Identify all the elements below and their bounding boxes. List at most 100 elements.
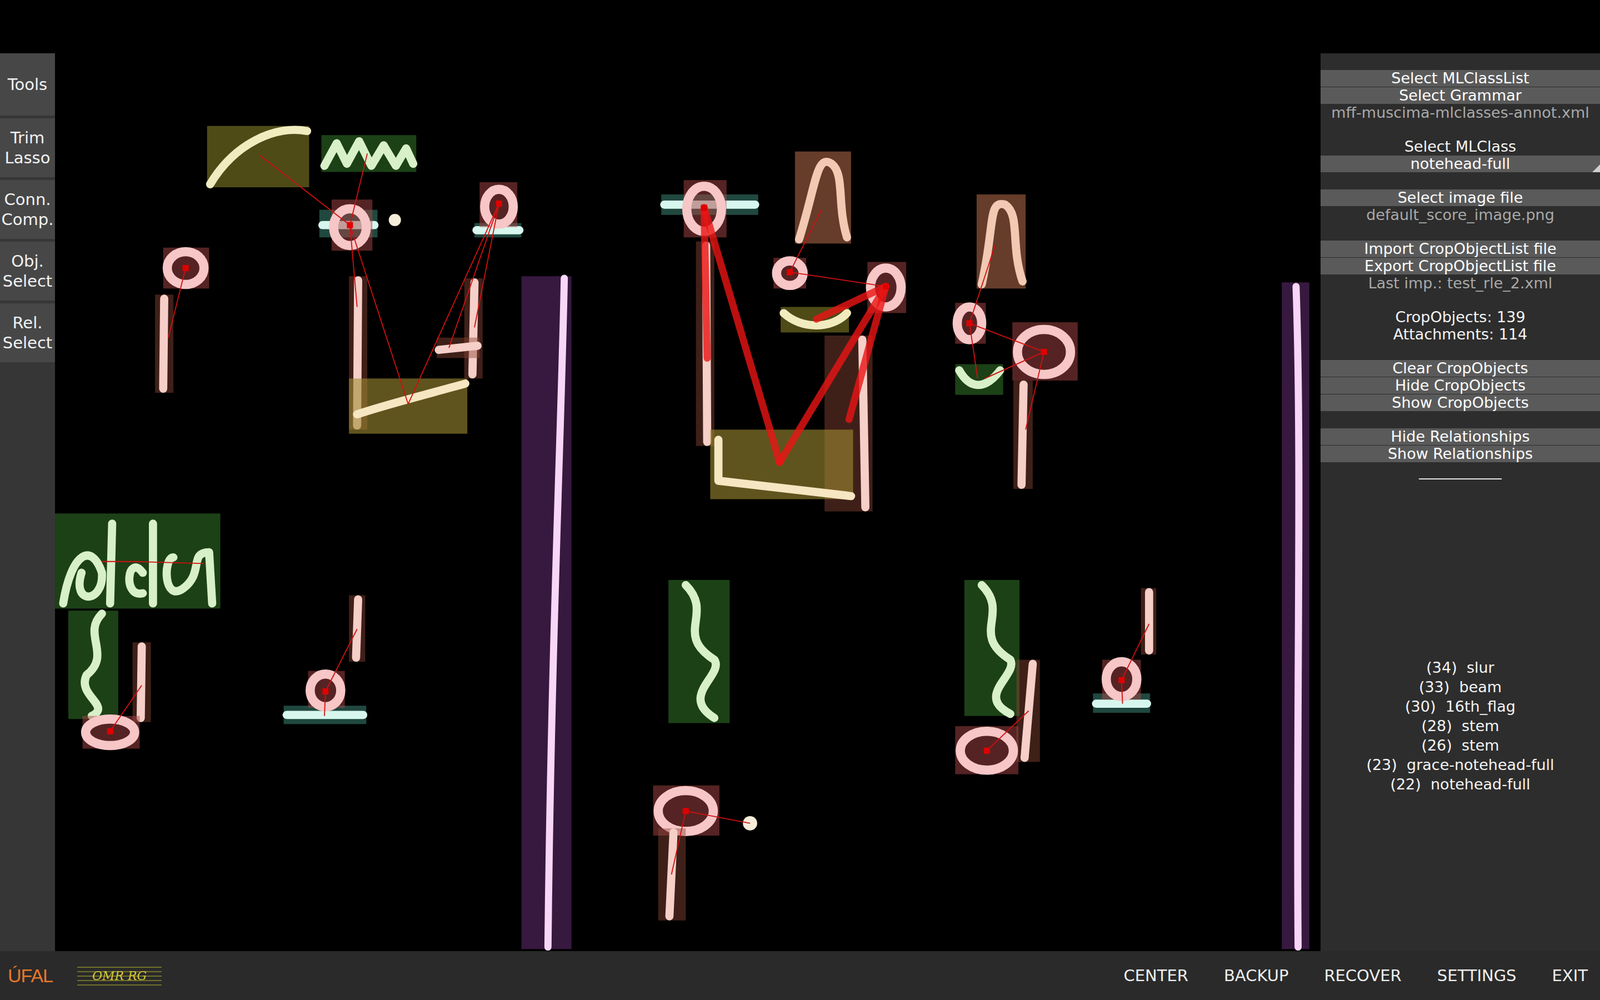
tool-sidebar: ToolsTrim LassoConn. Comp.Obj. SelectRel… (0, 53, 55, 952)
tool-button[interactable]: Obj. Select (0, 241, 55, 301)
panel-group: Select MLClassnotehead-full (1320, 138, 1600, 173)
selection-item[interactable]: (30) 16th_flag (1405, 696, 1516, 717)
relationship-line[interactable] (1121, 623, 1150, 680)
crop-object[interactable] (976, 194, 1026, 289)
selection-item[interactable]: (34) slur (1426, 657, 1494, 678)
crop-object[interactable] (308, 671, 345, 708)
tool-button[interactable]: Conn. Comp. (0, 180, 55, 239)
relationship-line[interactable] (790, 272, 887, 287)
selected-relationship-line[interactable] (703, 207, 780, 463)
relationship-line[interactable] (986, 710, 1029, 751)
relationship-line[interactable] (790, 210, 822, 273)
panel-button[interactable]: Clear CropObjects (1320, 360, 1600, 377)
object-marker (322, 688, 329, 695)
panel-button[interactable]: Import CropObjectList file (1320, 240, 1600, 258)
bottom-buttons: CENTER BACKUP RECOVER SETTINGS EXIT (1123, 966, 1589, 985)
selection-item[interactable]: (22) notehead-full (1390, 774, 1530, 794)
panel-button[interactable]: Show CropObjects (1320, 394, 1600, 412)
panel-button[interactable]: Select MLClassList (1320, 70, 1600, 87)
info-text: mff-muscima-mlclasses-annot.xml (1320, 104, 1600, 122)
crop-object[interactable] (795, 151, 852, 244)
bottom-button[interactable]: RECOVER (1323, 966, 1402, 985)
selection-item[interactable]: (28) stem (1421, 716, 1499, 736)
panel-label: Attachments: 114 (1320, 326, 1600, 343)
relationship-line[interactable] (260, 155, 350, 225)
relationship-line[interactable] (1025, 351, 1044, 430)
bottom-button[interactable]: BACKUP (1223, 966, 1289, 985)
relationship-line[interactable] (685, 811, 750, 824)
crop-object[interactable] (1141, 588, 1157, 655)
relationship-line[interactable] (969, 323, 978, 379)
crop-object[interactable] (1012, 322, 1078, 381)
crop-object[interactable] (668, 580, 730, 724)
relationship-line[interactable] (168, 268, 186, 338)
crop-object[interactable] (348, 378, 468, 434)
relationship-line[interactable] (985, 351, 1045, 379)
mlclass-spinner[interactable]: notehead-full (1320, 155, 1600, 173)
relationship-line[interactable] (408, 203, 500, 405)
object-marker (966, 320, 973, 327)
relationship-line[interactable] (325, 628, 358, 692)
relationship-line[interactable] (474, 203, 499, 328)
bottom-button[interactable]: EXIT (1552, 966, 1588, 985)
crop-object[interactable] (68, 610, 119, 719)
relationship-line[interactable] (969, 323, 1044, 353)
relationship-line[interactable] (671, 811, 687, 875)
relationship-line[interactable] (1121, 680, 1123, 704)
dot-object[interactable] (388, 213, 402, 227)
panel-button[interactable]: Select Grammar (1320, 87, 1600, 104)
tool-button[interactable]: Rel. Select (0, 303, 55, 363)
crop-object[interactable] (964, 580, 1020, 717)
crop-object[interactable] (132, 642, 152, 723)
relationship-line[interactable] (448, 203, 499, 349)
relationship-line[interactable] (102, 561, 133, 563)
bottom-bar: ÚFALOMR RGCENTERBACKUPRECOVERSETTINGSEXI… (0, 951, 1600, 1000)
relationship-line[interactable] (324, 691, 326, 717)
bottom-button[interactable]: CENTER (1123, 966, 1189, 985)
selection-item[interactable]: (26) stem (1421, 735, 1499, 755)
bottom-button[interactable]: SETTINGS (1437, 966, 1517, 985)
crop-object[interactable] (82, 716, 140, 749)
main-area: ToolsTrim LassoConn. Comp.Obj. SelectRel… (0, 53, 1600, 952)
panel-button[interactable]: Export CropObjectList file (1320, 257, 1600, 275)
crop-object[interactable] (521, 276, 572, 949)
relationship-line[interactable] (350, 225, 409, 404)
crop-object[interactable] (955, 364, 1003, 395)
crop-object[interactable] (479, 182, 518, 228)
panel-button[interactable]: Hide Relationships (1320, 428, 1600, 445)
relationship-line[interactable] (110, 685, 142, 732)
crop-object[interactable] (155, 294, 174, 393)
crop-object[interactable] (1013, 380, 1033, 489)
selected-relationship-line[interactable] (848, 286, 886, 420)
crop-object[interactable] (55, 513, 221, 609)
selection-item[interactable]: (23) grace-notehead-full (1366, 755, 1554, 775)
crop-object[interactable] (773, 257, 807, 289)
crop-object[interactable] (348, 595, 365, 662)
relationship-line[interactable] (350, 153, 368, 225)
crop-object[interactable] (321, 135, 417, 172)
crop-object[interactable] (653, 785, 720, 836)
crop-object[interactable] (955, 726, 1019, 775)
crop-object[interactable] (1281, 282, 1310, 949)
crop-object[interactable] (464, 278, 483, 379)
selected-relationship-line[interactable] (779, 286, 886, 463)
selection-item[interactable]: (33) beam (1418, 677, 1502, 697)
crop-object[interactable] (1102, 659, 1142, 700)
panel-label: CropObjects: 139 (1320, 308, 1600, 326)
crop-object[interactable] (207, 126, 310, 188)
relationship-line[interactable] (132, 561, 205, 564)
relationship-line[interactable] (969, 245, 995, 324)
ufal-logo: ÚFAL (7, 965, 53, 987)
annotation-canvas[interactable] (55, 53, 1321, 952)
panel-button[interactable]: Hide CropObjects (1320, 377, 1600, 394)
crop-object[interactable] (436, 337, 480, 359)
crop-object[interactable] (163, 247, 210, 289)
crop-object[interactable] (955, 302, 986, 344)
panel-button[interactable]: Select image file (1320, 189, 1600, 207)
tool-button[interactable]: Trim Lasso (0, 118, 55, 178)
dot-object[interactable] (742, 816, 758, 831)
panel-button[interactable]: Show Relationships (1320, 445, 1600, 463)
score-canvas[interactable] (55, 53, 1321, 952)
selected-relationship-line[interactable] (703, 207, 708, 359)
object-marker (701, 204, 708, 211)
